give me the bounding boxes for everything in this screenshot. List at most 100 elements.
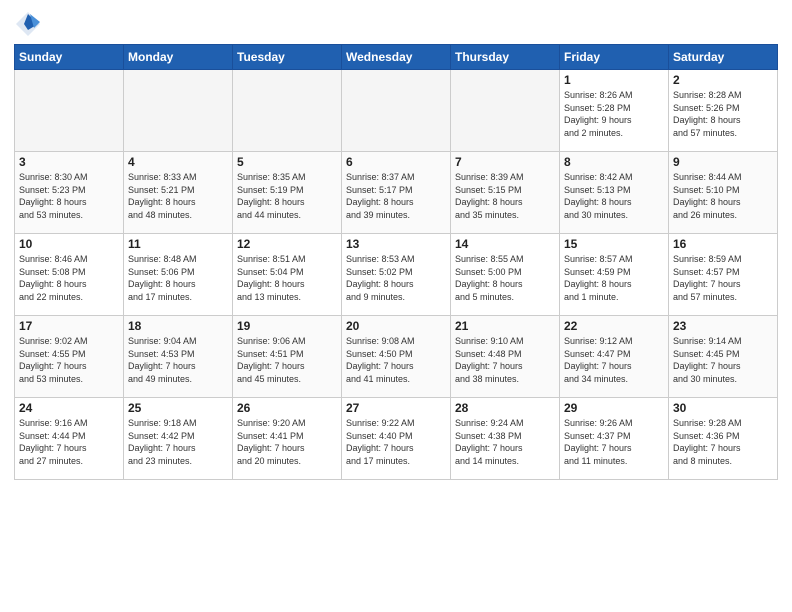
calendar-cell: 29Sunrise: 9:26 AM Sunset: 4:37 PM Dayli…: [560, 398, 669, 480]
day-number: 25: [128, 401, 228, 415]
day-info: Sunrise: 8:26 AM Sunset: 5:28 PM Dayligh…: [564, 89, 664, 139]
day-number: 9: [673, 155, 773, 169]
calendar-cell: [124, 70, 233, 152]
calendar-header-wednesday: Wednesday: [342, 45, 451, 70]
calendar-cell: 11 Sunrise: 8:48 AM Sunset: 5:06 PM Dayli…: [124, 234, 233, 316]
day-number: 6: [346, 155, 446, 169]
day-info: Sunrise: 9:12 AM Sunset: 4:47 PM Dayligh…: [564, 335, 664, 385]
day-number: 1: [564, 73, 664, 87]
calendar-header-monday: Monday: [124, 45, 233, 70]
calendar-cell: 16 Sunrise: 8:59 AM Sunset: 4:57 PM Dayli…: [669, 234, 778, 316]
logo-icon: [14, 10, 42, 38]
calendar-cell: [342, 70, 451, 152]
day-number: 16: [673, 237, 773, 251]
calendar-cell: 13Sunrise: 8:53 AM Sunset: 5:02 PM Dayli…: [342, 234, 451, 316]
calendar-cell: 14 Sunrise: 8:55 AM Sunset: 5:00 PM Dayli…: [451, 234, 560, 316]
day-info: Sunrise: 9:28 AM Sunset: 4:36 PM Dayligh…: [673, 417, 773, 467]
day-info: Sunrise: 8:42 AM Sunset: 5:13 PM Dayligh…: [564, 171, 664, 221]
day-info: Sunrise: 9:26 AM Sunset: 4:37 PM Dayligh…: [564, 417, 664, 467]
calendar-header-tuesday: Tuesday: [233, 45, 342, 70]
calendar-header-saturday: Saturday: [669, 45, 778, 70]
calendar-cell: 21 Sunrise: 9:10 AM Sunset: 4:48 PM Dayli…: [451, 316, 560, 398]
calendar-week-row: 17 Sunrise: 9:02 AM Sunset: 4:55 PM Dayli…: [15, 316, 778, 398]
day-info: Sunrise: 9:16 AM Sunset: 4:44 PM Dayligh…: [19, 417, 119, 467]
day-info: Sunrise: 9:20 AM Sunset: 4:41 PM Dayligh…: [237, 417, 337, 467]
day-number: 4: [128, 155, 228, 169]
calendar-cell: 30 Sunrise: 9:28 AM Sunset: 4:36 PM Dayli…: [669, 398, 778, 480]
calendar-cell: 10Sunrise: 8:46 AM Sunset: 5:08 PM Dayli…: [15, 234, 124, 316]
day-number: 21: [455, 319, 555, 333]
day-info: Sunrise: 8:39 AM Sunset: 5:15 PM Dayligh…: [455, 171, 555, 221]
calendar-cell: 6 Sunrise: 8:37 AM Sunset: 5:17 PM Daylig…: [342, 152, 451, 234]
calendar-cell: [233, 70, 342, 152]
day-number: 15: [564, 237, 664, 251]
day-info: Sunrise: 8:57 AM Sunset: 4:59 PM Dayligh…: [564, 253, 664, 303]
day-number: 27: [346, 401, 446, 415]
calendar-cell: [451, 70, 560, 152]
day-info: Sunrise: 9:14 AM Sunset: 4:45 PM Dayligh…: [673, 335, 773, 385]
calendar-cell: 15 Sunrise: 8:57 AM Sunset: 4:59 PM Dayli…: [560, 234, 669, 316]
day-info: Sunrise: 8:55 AM Sunset: 5:00 PM Dayligh…: [455, 253, 555, 303]
calendar-cell: 22 Sunrise: 9:12 AM Sunset: 4:47 PM Dayli…: [560, 316, 669, 398]
day-info: Sunrise: 9:02 AM Sunset: 4:55 PM Dayligh…: [19, 335, 119, 385]
calendar-cell: 3 Sunrise: 8:30 AM Sunset: 5:23 PM Daylig…: [15, 152, 124, 234]
calendar-cell: 18Sunrise: 9:04 AM Sunset: 4:53 PM Dayli…: [124, 316, 233, 398]
calendar-header-row: SundayMondayTuesdayWednesdayThursdayFrid…: [15, 45, 778, 70]
calendar-cell: 19 Sunrise: 9:06 AM Sunset: 4:51 PM Dayli…: [233, 316, 342, 398]
calendar-week-row: 3 Sunrise: 8:30 AM Sunset: 5:23 PM Daylig…: [15, 152, 778, 234]
day-info: Sunrise: 8:35 AM Sunset: 5:19 PM Dayligh…: [237, 171, 337, 221]
calendar-cell: 17 Sunrise: 9:02 AM Sunset: 4:55 PM Dayli…: [15, 316, 124, 398]
main-container: SundayMondayTuesdayWednesdayThursdayFrid…: [0, 0, 792, 612]
day-info: Sunrise: 8:51 AM Sunset: 5:04 PM Dayligh…: [237, 253, 337, 303]
day-number: 10: [19, 237, 119, 251]
day-info: Sunrise: 8:44 AM Sunset: 5:10 PM Dayligh…: [673, 171, 773, 221]
day-number: 17: [19, 319, 119, 333]
day-number: 8: [564, 155, 664, 169]
day-info: Sunrise: 9:06 AM Sunset: 4:51 PM Dayligh…: [237, 335, 337, 385]
day-number: 12: [237, 237, 337, 251]
day-info: Sunrise: 8:33 AM Sunset: 5:21 PM Dayligh…: [128, 171, 228, 221]
day-info: Sunrise: 9:18 AM Sunset: 4:42 PM Dayligh…: [128, 417, 228, 467]
day-info: Sunrise: 9:22 AM Sunset: 4:40 PM Dayligh…: [346, 417, 446, 467]
day-number: 2: [673, 73, 773, 87]
calendar-cell: 7 Sunrise: 8:39 AM Sunset: 5:15 PM Daylig…: [451, 152, 560, 234]
day-info: Sunrise: 8:37 AM Sunset: 5:17 PM Dayligh…: [346, 171, 446, 221]
day-info: Sunrise: 9:08 AM Sunset: 4:50 PM Dayligh…: [346, 335, 446, 385]
calendar-cell: 23 Sunrise: 9:14 AM Sunset: 4:45 PM Dayli…: [669, 316, 778, 398]
calendar-cell: 4 Sunrise: 8:33 AM Sunset: 5:21 PM Daylig…: [124, 152, 233, 234]
calendar-week-row: 1 Sunrise: 8:26 AM Sunset: 5:28 PM Daylig…: [15, 70, 778, 152]
calendar-week-row: 24 Sunrise: 9:16 AM Sunset: 4:44 PM Dayli…: [15, 398, 778, 480]
day-info: Sunrise: 9:10 AM Sunset: 4:48 PM Dayligh…: [455, 335, 555, 385]
calendar-cell: 24 Sunrise: 9:16 AM Sunset: 4:44 PM Dayli…: [15, 398, 124, 480]
calendar-cell: 8 Sunrise: 8:42 AM Sunset: 5:13 PM Daylig…: [560, 152, 669, 234]
day-number: 14: [455, 237, 555, 251]
day-number: 28: [455, 401, 555, 415]
day-number: 3: [19, 155, 119, 169]
day-number: 30: [673, 401, 773, 415]
page-header: [14, 10, 778, 38]
day-number: 7: [455, 155, 555, 169]
calendar-cell: 12 Sunrise: 8:51 AM Sunset: 5:04 PM Dayli…: [233, 234, 342, 316]
calendar-table: SundayMondayTuesdayWednesdayThursdayFrid…: [14, 44, 778, 480]
day-number: 23: [673, 319, 773, 333]
calendar-header-friday: Friday: [560, 45, 669, 70]
calendar-cell: 27 Sunrise: 9:22 AM Sunset: 4:40 PM Dayli…: [342, 398, 451, 480]
day-number: 24: [19, 401, 119, 415]
calendar-cell: 2 Sunrise: 8:28 AM Sunset: 5:26 PM Daylig…: [669, 70, 778, 152]
day-number: 22: [564, 319, 664, 333]
day-info: Sunrise: 9:04 AM Sunset: 4:53 PM Dayligh…: [128, 335, 228, 385]
calendar-header-sunday: Sunday: [15, 45, 124, 70]
calendar-cell: 26Sunrise: 9:20 AM Sunset: 4:41 PM Dayli…: [233, 398, 342, 480]
logo: [14, 10, 46, 38]
calendar-cell: 1 Sunrise: 8:26 AM Sunset: 5:28 PM Daylig…: [560, 70, 669, 152]
day-info: Sunrise: 9:24 AM Sunset: 4:38 PM Dayligh…: [455, 417, 555, 467]
day-info: Sunrise: 8:28 AM Sunset: 5:26 PM Dayligh…: [673, 89, 773, 139]
calendar-cell: 25 Sunrise: 9:18 AM Sunset: 4:42 PM Dayli…: [124, 398, 233, 480]
calendar-cell: 5Sunrise: 8:35 AM Sunset: 5:19 PM Daylig…: [233, 152, 342, 234]
calendar-cell: 20Sunrise: 9:08 AM Sunset: 4:50 PM Dayli…: [342, 316, 451, 398]
day-number: 19: [237, 319, 337, 333]
day-info: Sunrise: 8:30 AM Sunset: 5:23 PM Dayligh…: [19, 171, 119, 221]
day-info: Sunrise: 8:48 AM Sunset: 5:06 PM Dayligh…: [128, 253, 228, 303]
day-number: 11: [128, 237, 228, 251]
day-info: Sunrise: 8:59 AM Sunset: 4:57 PM Dayligh…: [673, 253, 773, 303]
